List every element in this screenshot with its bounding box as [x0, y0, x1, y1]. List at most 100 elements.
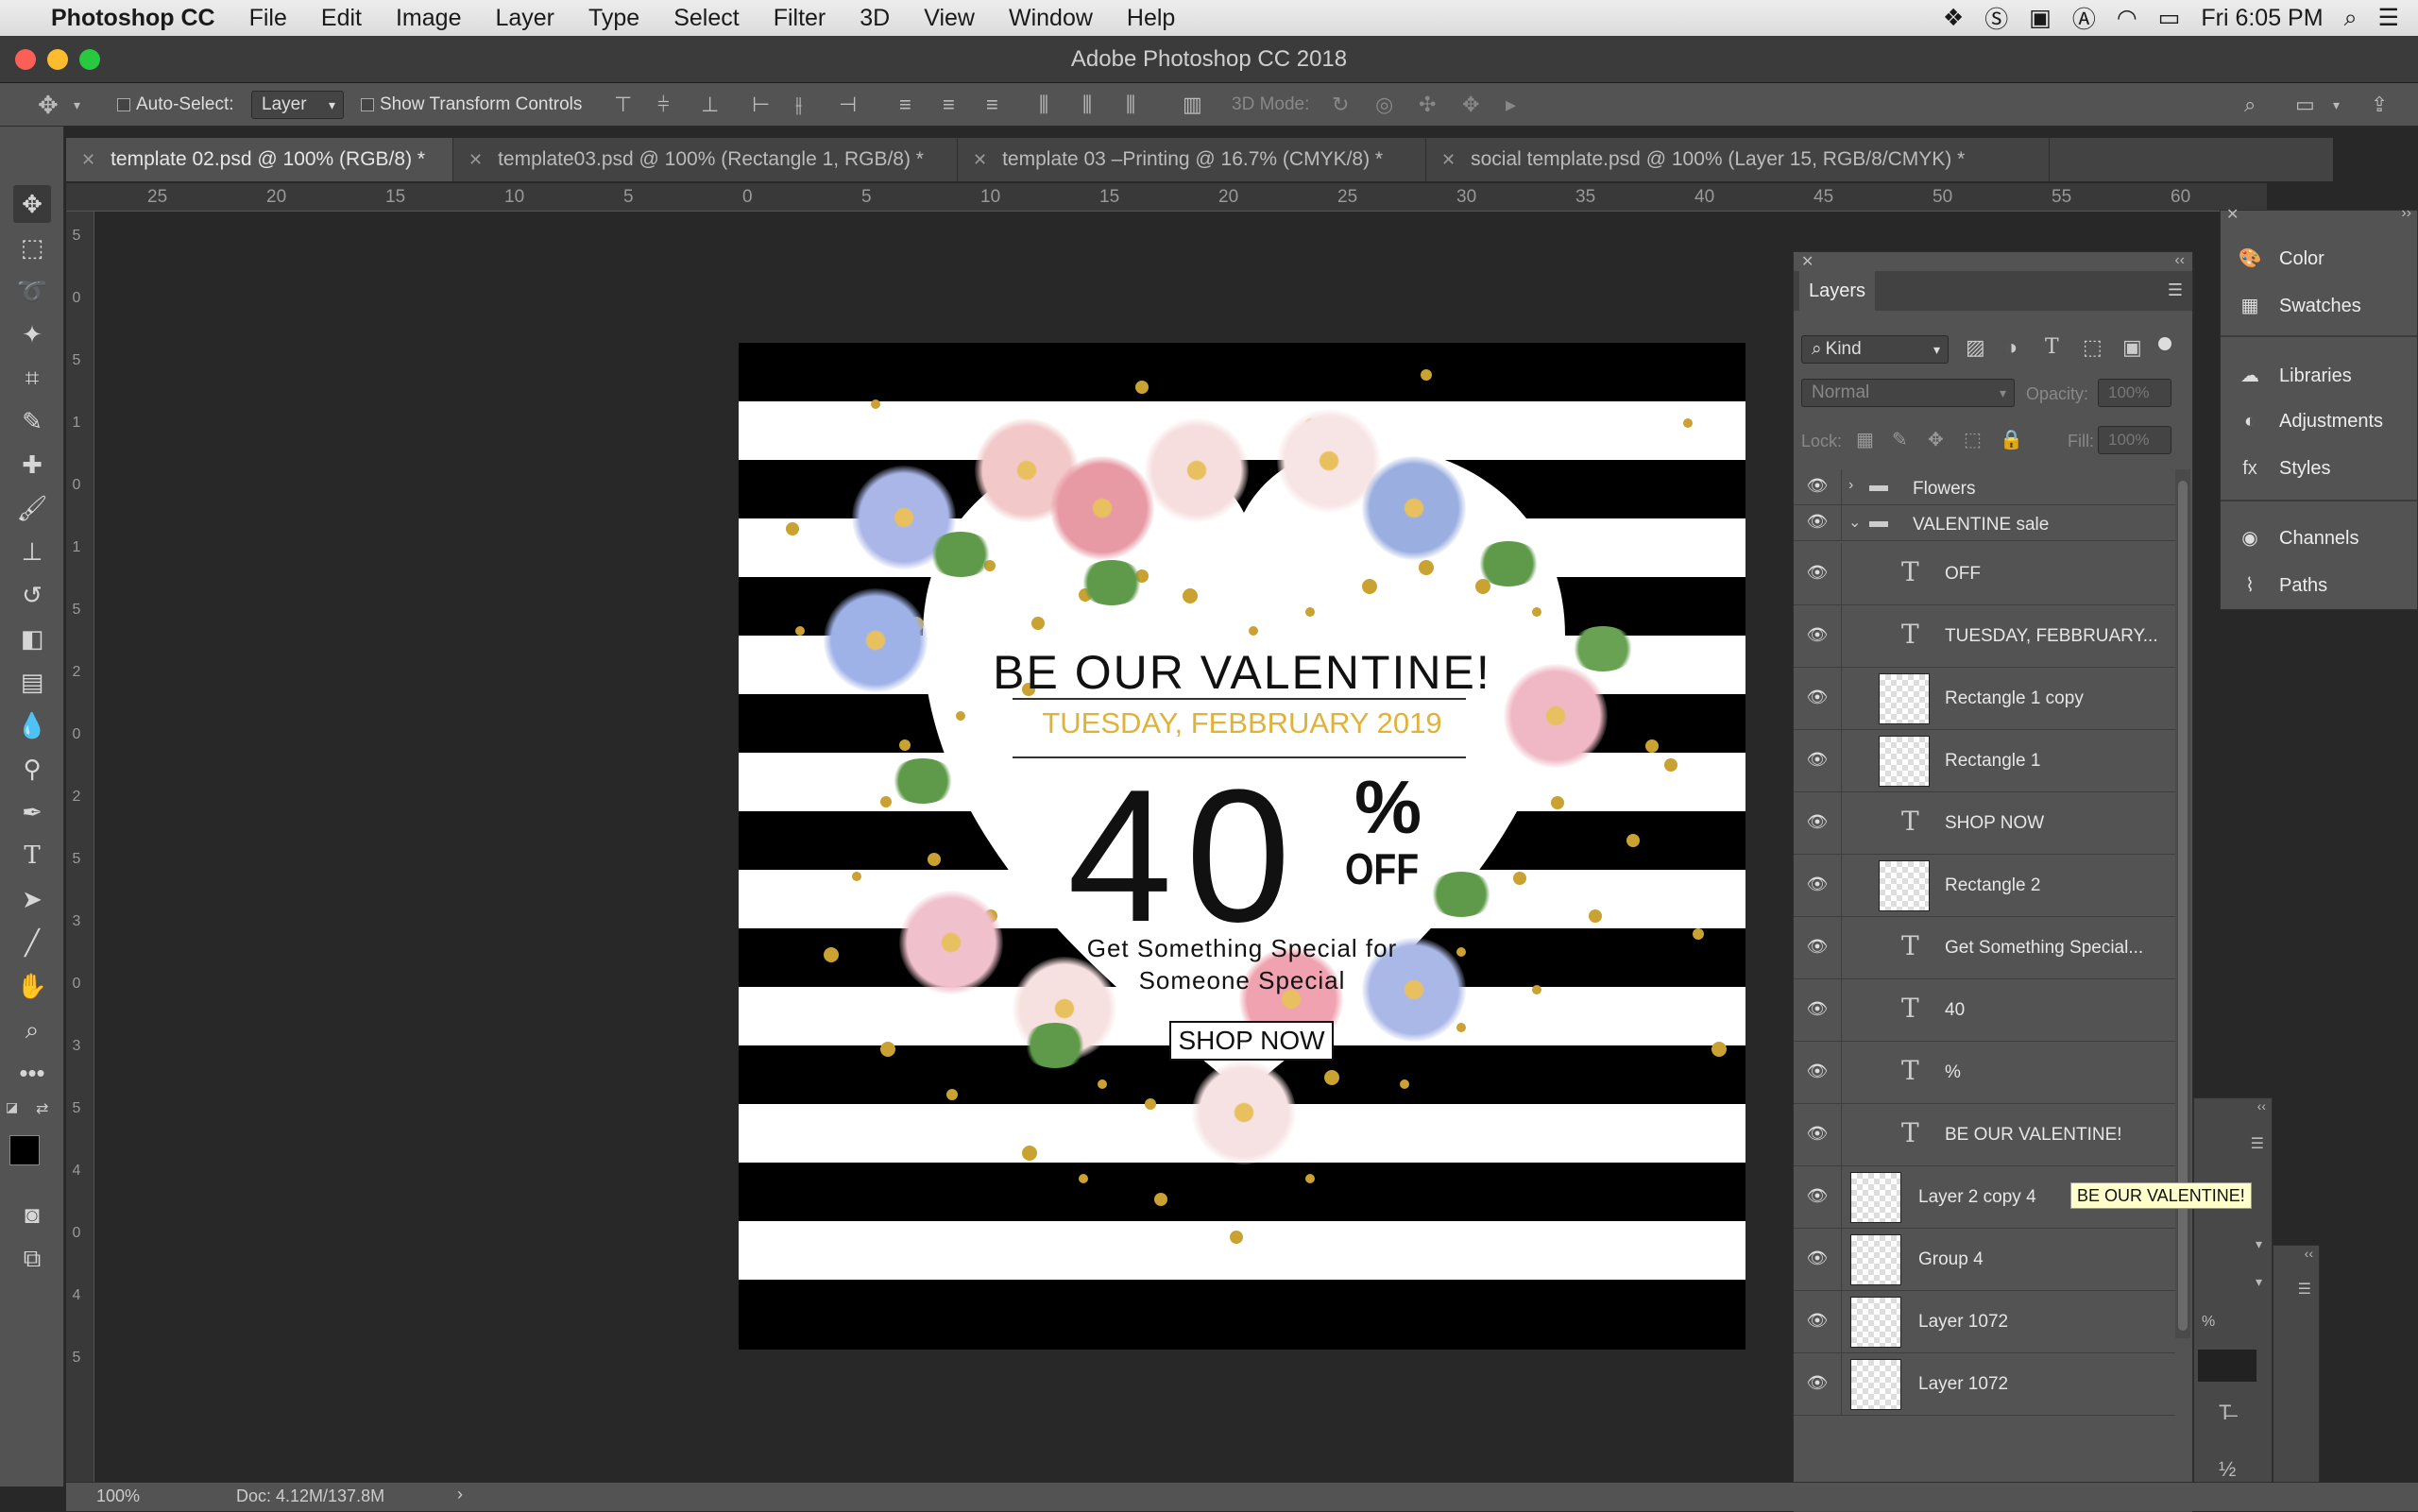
zoom-window-button[interactable] [79, 49, 100, 70]
layer-row[interactable]: 👁 Rectangle 1 [1794, 730, 2175, 792]
notification-center-icon[interactable]: ☰ [2378, 4, 2399, 32]
strikethrough-icon[interactable]: T̶ [2219, 1401, 2231, 1425]
visibility-eye-icon[interactable]: 👁 [1803, 1124, 1831, 1144]
color-field[interactable] [2198, 1350, 2256, 1382]
quick-mask-icon[interactable]: ◙ [13, 1196, 51, 1233]
visibility-eye-icon[interactable]: 👁 [1803, 688, 1831, 707]
foreground-color-swatch[interactable] [9, 1135, 40, 1165]
tab-template-03-printing[interactable]: ✕ template 03 –Printing @ 16.7% (CMYK/8) … [958, 138, 1426, 181]
close-window-button[interactable] [15, 49, 36, 70]
skype-icon[interactable]: Ⓢ [1984, 1, 2008, 35]
workspace-chevron-icon[interactable]: ▾ [2333, 83, 2340, 127]
app-menu[interactable]: Photoshop CC [34, 0, 232, 36]
layer-row[interactable]: 👁 T TUESDAY, FEBBRUARY... [1794, 605, 2175, 668]
chevron-right-icon[interactable]: › [1848, 477, 1853, 494]
visibility-eye-icon[interactable]: 👁 [1803, 750, 1831, 770]
gradient-tool-icon[interactable]: ▤ [13, 663, 51, 701]
wd-icon[interactable]: ▣ [2029, 4, 2052, 32]
tab-template-02[interactable]: ✕ template 02.psd @ 100% (RGB/8) * [66, 138, 453, 181]
visibility-eye-icon[interactable]: 👁 [1803, 625, 1831, 645]
align-left-icon[interactable]: ⊢ [752, 83, 770, 127]
menu-3d[interactable]: 3D [843, 0, 907, 36]
layer-row[interactable]: 👁 Rectangle 2 [1794, 855, 2175, 917]
tool-preset-chevron-icon[interactable]: ▾ [74, 83, 80, 127]
3d-orbit-icon[interactable]: ↻ [1332, 83, 1349, 127]
healing-brush-tool-icon[interactable]: ✚ [13, 446, 51, 484]
filter-pixel-icon[interactable]: ▨ [1966, 335, 1985, 360]
visibility-eye-icon[interactable]: 👁 [1803, 999, 1831, 1019]
color-panel-button[interactable]: 🎨 Color [2236, 246, 2324, 270]
3d-pan-icon[interactable]: ✣ [1419, 83, 1436, 127]
layer-row[interactable]: 👁 T OFF [1794, 543, 2175, 605]
menu-select[interactable]: Select [656, 0, 756, 36]
lock-pixels-icon[interactable]: ✎ [1892, 428, 1908, 451]
layer-row[interactable]: 👁 Layer 1072 [1794, 1353, 2175, 1416]
chevron-down-icon[interactable]: ▾ [2256, 1236, 2262, 1252]
3d-roll-icon[interactable]: ◎ [1375, 83, 1393, 127]
panel-menu-icon[interactable]: ☰ [2168, 280, 2183, 300]
align-vcenter-icon[interactable]: ⫩ [657, 83, 670, 127]
align-bottom-icon[interactable]: ⊥ [701, 83, 719, 127]
visibility-eye-icon[interactable]: 👁 [1803, 1062, 1831, 1081]
menu-file[interactable]: File [232, 0, 304, 36]
layer-row[interactable]: 👁 T Get Something Special... [1794, 917, 2175, 979]
share-icon[interactable]: ⇪ [2371, 83, 2388, 127]
close-tab-icon[interactable]: ✕ [973, 150, 987, 169]
fill-field[interactable]: 100% [2098, 426, 2171, 454]
marquee-tool-icon[interactable]: ⬚ [13, 229, 51, 266]
menu-image[interactable]: Image [379, 0, 478, 36]
visibility-eye-icon[interactable]: 👁 [1803, 512, 1831, 532]
visibility-eye-icon[interactable]: 👁 [1803, 1373, 1831, 1393]
collapse-panel-icon[interactable]: ‹‹ [2305, 1246, 2313, 1261]
line-tool-icon[interactable]: ╱ [13, 924, 51, 961]
menu-layer[interactable]: Layer [478, 0, 571, 36]
paths-panel-button[interactable]: ⌇ Paths [2236, 573, 2327, 597]
layer-row[interactable]: 👁 ⌄ ▬ VALENTINE sale [1794, 505, 2175, 541]
layer-row[interactable]: 👁 T SHOP NOW [1794, 792, 2175, 855]
eyedropper-tool-icon[interactable]: ✎ [13, 402, 51, 440]
menu-help[interactable]: Help [1110, 0, 1192, 36]
minimize-window-button[interactable] [47, 49, 68, 70]
spotlight-icon[interactable]: ⌕ [2344, 5, 2358, 32]
pen-tool-icon[interactable]: ✒ [13, 793, 51, 831]
panel-menu-icon[interactable]: ☰ [2298, 1280, 2311, 1299]
layer-row[interactable]: 👁 › ▬ Flowers [1794, 469, 2175, 505]
tab-template03[interactable]: ✕ template03.psd @ 100% (Rectangle 1, RGB… [453, 138, 958, 181]
auto-select-dropdown[interactable]: Layer ▾ [251, 91, 344, 119]
zoom-level[interactable]: 100% [96, 1487, 140, 1506]
visibility-eye-icon[interactable]: 👁 [1803, 563, 1831, 583]
crop-tool-icon[interactable]: ⌗ [13, 359, 51, 397]
layer-row[interactable]: 👁 T BE OUR VALENTINE! [1794, 1104, 2175, 1166]
collapse-panel-icon[interactable]: ‹‹ [2174, 252, 2185, 269]
3d-slide-icon[interactable]: ✥ [1462, 83, 1479, 127]
layer-row[interactable]: 👁 T 40 [1794, 979, 2175, 1042]
lock-position-icon[interactable]: ✥ [1928, 428, 1944, 451]
panel-menu-icon[interactable]: ☰ [2251, 1134, 2264, 1153]
screen-mode-icon[interactable]: ⧉ [13, 1239, 51, 1277]
clock[interactable]: Fri 6:05 PM [2201, 5, 2323, 32]
close-tab-icon[interactable]: ✕ [468, 150, 483, 169]
history-brush-tool-icon[interactable]: ↺ [13, 576, 51, 614]
distribute-left-icon[interactable]: ⫼ [1039, 83, 1048, 127]
layer-row[interactable]: 👁 Group 4 [1794, 1229, 2175, 1291]
layer-row[interactable]: 👁 T% [1794, 1042, 2175, 1104]
channels-panel-button[interactable]: ◉ Channels [2236, 526, 2358, 550]
visibility-eye-icon[interactable]: 👁 [1803, 937, 1831, 957]
layers-tab[interactable]: Layers [1799, 271, 1876, 311]
layer-row[interactable]: 👁 Rectangle 1 copy [1794, 668, 2175, 730]
close-tab-icon[interactable]: ✕ [81, 150, 95, 169]
lock-artboard-icon[interactable]: ⬚ [1964, 428, 1982, 451]
menu-edit[interactable]: Edit [304, 0, 379, 36]
brush-tool-icon[interactable]: 🖌 [13, 489, 51, 527]
path-selection-tool-icon[interactable]: ➤ [13, 880, 51, 918]
menu-type[interactable]: Type [571, 0, 656, 36]
distribute-right-icon[interactable]: ⫼ [1126, 83, 1135, 127]
battery-icon[interactable]: ▭ [2158, 4, 2181, 32]
blend-mode-dropdown[interactable]: Normal ▾ [1801, 379, 2015, 407]
blur-tool-icon[interactable]: 💧 [13, 706, 51, 744]
close-tab-icon[interactable]: ✕ [1441, 150, 1456, 169]
visibility-eye-icon[interactable]: 👁 [1803, 875, 1831, 894]
eraser-tool-icon[interactable]: ◧ [13, 620, 51, 657]
font-icon[interactable]: Ⓐ [2072, 1, 2096, 35]
wifi-icon[interactable]: ◠ [2117, 4, 2137, 32]
